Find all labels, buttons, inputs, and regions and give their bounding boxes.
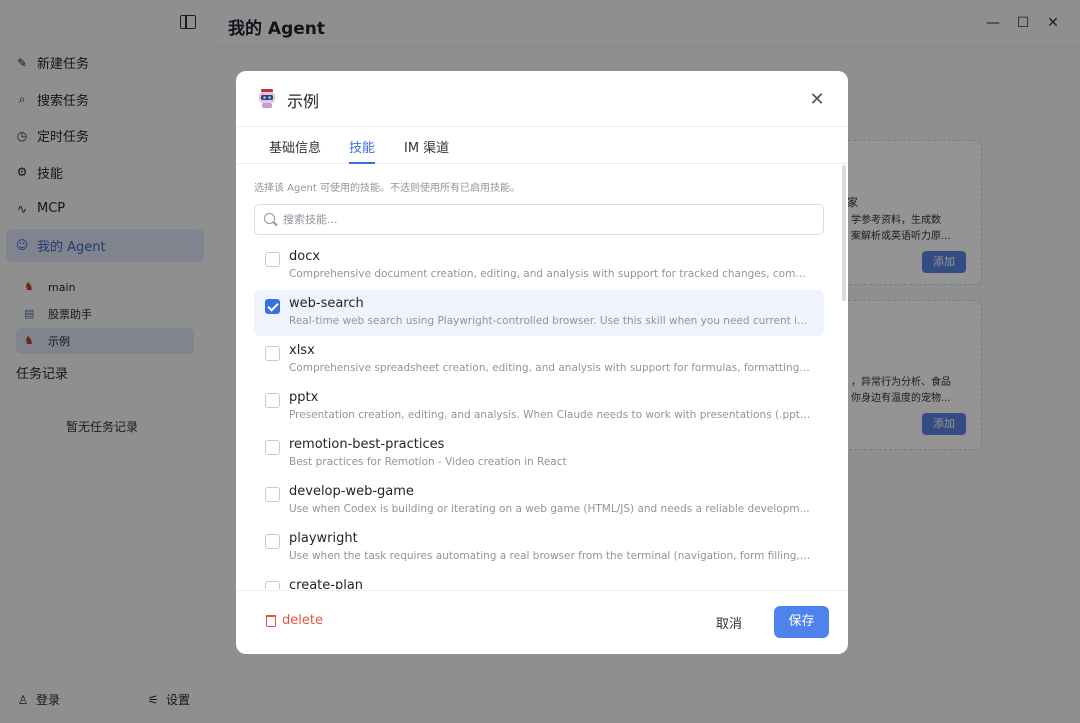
skill-checkbox[interactable]	[265, 534, 280, 549]
skill-name: playwright	[289, 531, 358, 546]
skill-item-xlsx[interactable]: xlsx Comprehensive spreadsheet creation,…	[254, 337, 824, 383]
skill-name: xlsx	[289, 343, 315, 358]
skill-desc: Comprehensive document creation, editing…	[289, 268, 813, 280]
cancel-button[interactable]: 取消	[716, 613, 742, 632]
delete-label: delete	[282, 613, 323, 628]
skill-list: docx Comprehensive document creation, ed…	[254, 243, 824, 589]
skill-checkbox[interactable]	[265, 581, 280, 589]
skill-item-remotion-best-practices[interactable]: remotion-best-practices Best practices f…	[254, 431, 824, 477]
skill-desc: Real-time web search using Playwright-co…	[289, 315, 813, 327]
tab-basic-info[interactable]: 基础信息	[269, 137, 321, 164]
skill-desc: Presentation creation, editing, and anal…	[289, 409, 813, 421]
skill-item-docx[interactable]: docx Comprehensive document creation, ed…	[254, 243, 824, 289]
search-icon	[264, 213, 275, 224]
agent-edit-dialog: 示例 ✕ 基础信息 技能 IM 渠道 选择该 Agent 可使用的技能。不选则使…	[236, 71, 848, 654]
skill-item-develop-web-game[interactable]: develop-web-game Use when Codex is build…	[254, 478, 824, 524]
tab-skills[interactable]: 技能	[349, 137, 376, 164]
skill-desc: Use when Codex is building or iterating …	[289, 503, 810, 515]
skill-checkbox[interactable]	[265, 440, 280, 455]
skill-item-playwright[interactable]: playwright Use when the task requires au…	[254, 525, 824, 571]
skill-checkbox[interactable]	[265, 393, 280, 408]
close-icon[interactable]: ✕	[806, 89, 828, 111]
dialog-footer: delete 取消 保存	[236, 590, 848, 654]
skill-list-scrollbar[interactable]	[842, 165, 846, 301]
skill-item-pptx[interactable]: pptx Presentation creation, editing, and…	[254, 384, 824, 430]
skill-search-input[interactable]	[283, 205, 813, 234]
save-button[interactable]: 保存	[774, 606, 829, 638]
skill-name: create-plan	[289, 578, 364, 589]
tab-im-channel[interactable]: IM 渠道	[404, 137, 449, 164]
dialog-title: 示例	[287, 92, 320, 111]
skill-checkbox[interactable]	[265, 487, 280, 502]
dialog-tabs: 基础信息 技能 IM 渠道	[236, 127, 848, 164]
skill-desc: Use when the task requires automating a …	[289, 550, 813, 562]
skill-name: develop-web-game	[289, 484, 414, 499]
robot-avatar-icon	[259, 89, 275, 108]
skill-desc: Comprehensive spreadsheet creation, edit…	[289, 362, 813, 374]
trash-icon	[266, 614, 276, 627]
skill-name: remotion-best-practices	[289, 437, 445, 452]
skill-desc: Best practices for Remotion - Video crea…	[289, 456, 567, 468]
skill-item-create-plan[interactable]: create-plan	[254, 572, 824, 589]
skill-checkbox[interactable]	[265, 299, 280, 314]
skill-checkbox[interactable]	[265, 252, 280, 267]
skill-search-box	[254, 204, 824, 235]
skill-checkbox[interactable]	[265, 346, 280, 361]
skill-name: docx	[289, 249, 321, 264]
delete-button[interactable]: delete	[266, 613, 323, 628]
dialog-header: 示例 ✕	[236, 71, 848, 127]
skill-name: web-search	[289, 296, 364, 311]
skill-name: pptx	[289, 390, 319, 405]
skill-item-web-search[interactable]: web-search Real-time web search using Pl…	[254, 290, 824, 336]
skills-hint: 选择该 Agent 可使用的技能。不选则使用所有已启用技能。	[254, 183, 520, 194]
